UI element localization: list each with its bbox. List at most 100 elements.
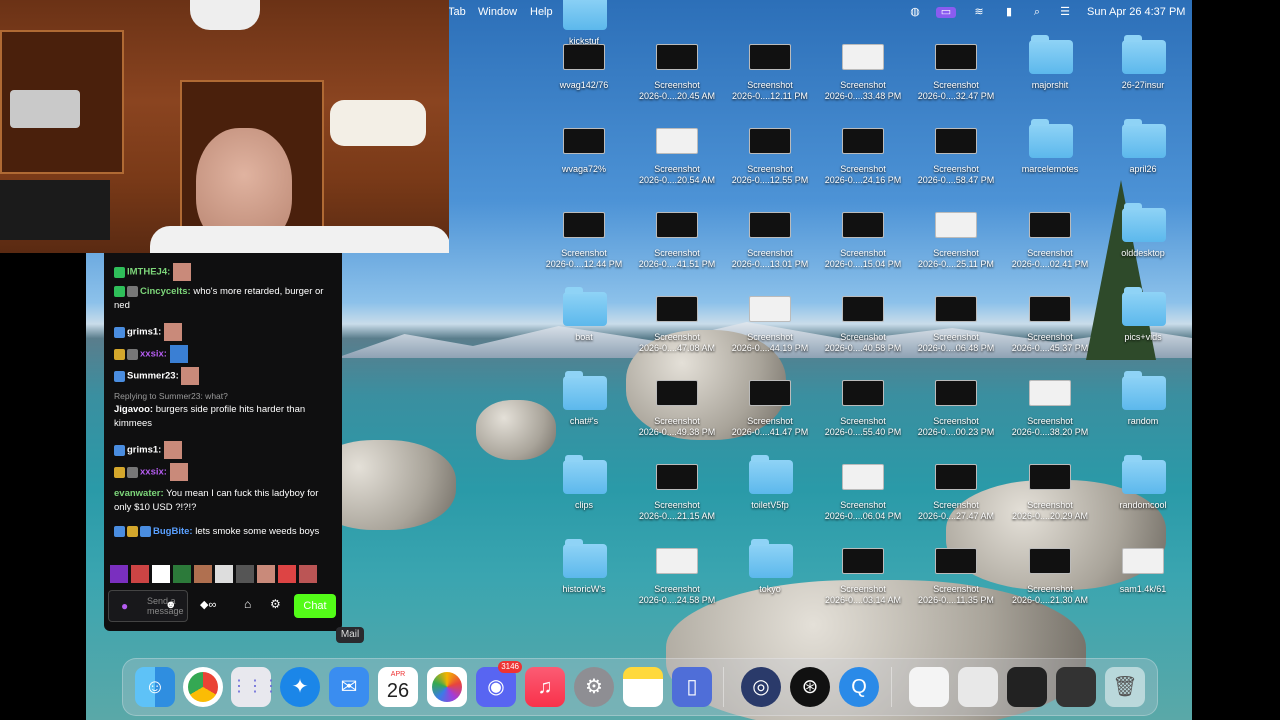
wifi-icon[interactable]: ≋ xyxy=(972,7,986,18)
desktop-folder[interactable]: toiletV5fp xyxy=(749,455,793,511)
quicktime-icon[interactable]: Q xyxy=(839,667,879,707)
desktop-file[interactable]: Screenshot 2026-0....45.37 PM xyxy=(1012,296,1088,354)
desktop-folder[interactable]: historicW's xyxy=(562,539,607,595)
desktop-file[interactable]: Screenshot 2026-0....06.48 PM xyxy=(918,296,994,354)
desktop-file[interactable]: Screenshot 2026-0....15.04 PM xyxy=(825,212,901,270)
control-center-icon[interactable]: ☰ xyxy=(1058,7,1072,18)
menu-window[interactable]: Window xyxy=(478,6,517,18)
minimized-window-thumb[interactable] xyxy=(958,667,998,707)
desktop-file[interactable]: Screenshot 2026-0....02.41 PM xyxy=(1012,212,1088,270)
desktop-file[interactable]: Screenshot 2026-0....40.58 PM xyxy=(825,296,901,354)
battery-icon[interactable]: ▮ xyxy=(1000,7,1018,18)
settings-gear-icon[interactable]: ⚙ xyxy=(270,597,281,611)
desktop-folder[interactable]: random xyxy=(1122,371,1166,427)
safari-icon[interactable]: ✦ xyxy=(280,667,320,707)
badge-icon xyxy=(114,326,125,338)
preview-icon[interactable]: ▯ xyxy=(672,667,712,707)
desktop-file[interactable]: sam1.4k/61 xyxy=(1120,548,1166,595)
desktop-folder[interactable]: kickstuf xyxy=(563,0,607,47)
finder-icon[interactable]: ☺ xyxy=(135,667,175,707)
channel-points-icon[interactable]: ◆∞ xyxy=(200,598,216,611)
desktop-file[interactable]: Screenshot 2026-0....44.19 PM xyxy=(732,296,808,354)
menu-datetime[interactable]: Sun Apr 26 4:37 PM xyxy=(1087,6,1185,18)
menu-help[interactable]: Help xyxy=(530,6,553,18)
chat-username[interactable]: Summer23: xyxy=(127,371,179,382)
chrome-icon[interactable] xyxy=(183,667,223,707)
desktop-file[interactable]: Screenshot 2026-0....55.40 PM xyxy=(825,380,901,438)
minimized-window-thumb[interactable] xyxy=(1056,667,1096,707)
desktop-folder[interactable]: 26-27insur xyxy=(1122,35,1166,91)
emote-strip[interactable] xyxy=(110,565,342,583)
emoji-icon[interactable]: ☻ xyxy=(165,599,177,611)
chat-input[interactable]: ● Send a message ☻ xyxy=(108,590,188,622)
chat-username[interactable]: grims1: xyxy=(127,445,161,456)
desktop-file[interactable]: Screenshot 2026-0....11.35 PM xyxy=(918,548,994,606)
desktop-folder[interactable]: chat#'s xyxy=(563,371,607,427)
desktop-folder[interactable]: clips xyxy=(563,455,607,511)
screen-mirror-icon[interactable]: ▭ xyxy=(936,7,956,18)
chat-username[interactable]: grims1: xyxy=(127,327,161,338)
desktop-folder[interactable]: pics+vids xyxy=(1122,287,1166,343)
chat-username[interactable]: Cincycelts: xyxy=(140,286,191,297)
desktop-file[interactable]: Screenshot 2026-0....13.01 PM xyxy=(732,212,808,270)
desktop-file[interactable]: Screenshot 2026-0....41.51 PM xyxy=(639,212,715,270)
status-globe-icon[interactable]: ◍ xyxy=(908,7,922,18)
desktop-file[interactable]: Screenshot 2026-0....20.29 AM xyxy=(1012,464,1088,522)
shop-icon[interactable]: ⌂ xyxy=(244,597,251,611)
notes-icon[interactable] xyxy=(623,667,663,707)
obs-icon[interactable]: ◎ xyxy=(741,667,781,707)
minimized-window-thumb[interactable] xyxy=(909,667,949,707)
desktop-folder[interactable]: marcelemotes xyxy=(1022,119,1078,175)
calendar-icon[interactable]: APR 26 xyxy=(378,667,418,707)
mail-icon[interactable]: ✉ xyxy=(329,667,369,707)
desktop-file[interactable]: Screenshot 2026-0....32.47 PM xyxy=(918,44,994,102)
desktop-file[interactable]: wvag142/76 xyxy=(560,44,608,91)
desktop-file[interactable]: Screenshot 2026-0....06.04 PM xyxy=(825,464,901,522)
trash-icon[interactable]: 🗑 xyxy=(1105,667,1145,707)
desktop-folder[interactable]: majorshit xyxy=(1029,35,1073,91)
desktop-folder[interactable]: randomcool xyxy=(1119,455,1167,511)
menu-tab[interactable]: Tab xyxy=(448,6,466,18)
desktop-file[interactable]: Screenshot 2026-0....41.47 PM xyxy=(732,380,808,438)
discord-icon[interactable]: ◉ 3146 xyxy=(476,661,522,707)
desktop-file[interactable]: Screenshot 2026-0....12.55 PM xyxy=(732,128,808,186)
photos-icon[interactable] xyxy=(427,667,467,707)
desktop-file[interactable]: Screenshot 2026-0....20.45 AM xyxy=(639,44,715,102)
settings-icon[interactable]: ⚙ xyxy=(574,667,614,707)
chat-username[interactable]: Jigavoo: xyxy=(114,404,153,415)
chat-username[interactable]: IMTHEJ4: xyxy=(127,267,170,278)
desktop-file[interactable]: Screenshot 2026-0....49.38 PM xyxy=(639,380,715,438)
desktop-file[interactable]: Screenshot 2026-0....33.48 PM xyxy=(825,44,901,102)
search-icon[interactable]: ⌕ xyxy=(1030,7,1044,18)
chat-username[interactable]: xxsix: xyxy=(140,467,167,478)
desktop-folder[interactable]: april26 xyxy=(1122,119,1166,175)
desktop-file[interactable]: Screenshot 2026-0....00.23 PM xyxy=(918,380,994,438)
desktop-file[interactable]: Screenshot 2026-0....25.11 PM xyxy=(918,212,994,270)
launchpad-icon[interactable]: ⋮⋮⋮ xyxy=(231,667,279,707)
chat-username[interactable]: BugBite: xyxy=(153,526,193,537)
desktop-file[interactable]: Screenshot 2026-0....20.54 AM xyxy=(639,128,715,186)
minimized-window-thumb[interactable] xyxy=(1007,667,1047,707)
desktop-folder[interactable]: tokyo xyxy=(749,539,793,595)
chat-username[interactable]: evanwater: xyxy=(114,488,164,499)
desktop-file[interactable]: Screenshot 2026-0....27.47 AM xyxy=(918,464,994,522)
desktop-file[interactable]: Screenshot 2026-0....21.30 AM xyxy=(1012,548,1088,606)
chat-send-button[interactable]: Chat xyxy=(294,594,336,618)
desktop-icon-label: Screenshot 2026-0....44.19 PM xyxy=(731,332,809,353)
desktop-file[interactable]: Screenshot 2026-0....12.44 PM xyxy=(546,212,622,270)
desktop-file[interactable]: Screenshot 2026-0....24.58 PM xyxy=(639,548,715,606)
music-icon[interactable]: ♫ xyxy=(525,667,565,707)
desktop-folder[interactable]: boat xyxy=(563,287,607,343)
desktop-file[interactable]: Screenshot 2026-0....58.47 PM xyxy=(918,128,994,186)
desktop-file[interactable]: Screenshot 2026-0....38.20 PM xyxy=(1012,380,1088,438)
desktop-file[interactable]: Screenshot 2026-0....12.11 PM xyxy=(732,44,808,102)
desktop-file[interactable]: Screenshot 2026-0....21.15 AM xyxy=(639,464,715,522)
chat-username[interactable]: xxsix: xyxy=(140,349,167,360)
desktop-file[interactable]: Screenshot 2026-0....03.14 AM xyxy=(825,548,901,606)
desktop-file[interactable]: wvaga72% xyxy=(562,128,606,175)
desktop-file[interactable]: Screenshot 2026-0....24.16 PM xyxy=(825,128,901,186)
desktop-file[interactable]: Screenshot 2026-0....47.08 AM xyxy=(639,296,715,354)
mic-icon[interactable]: ● xyxy=(121,599,128,613)
obs-studio-icon[interactable]: ⊛ xyxy=(790,667,830,707)
desktop-folder[interactable]: olddesktop xyxy=(1121,203,1166,259)
